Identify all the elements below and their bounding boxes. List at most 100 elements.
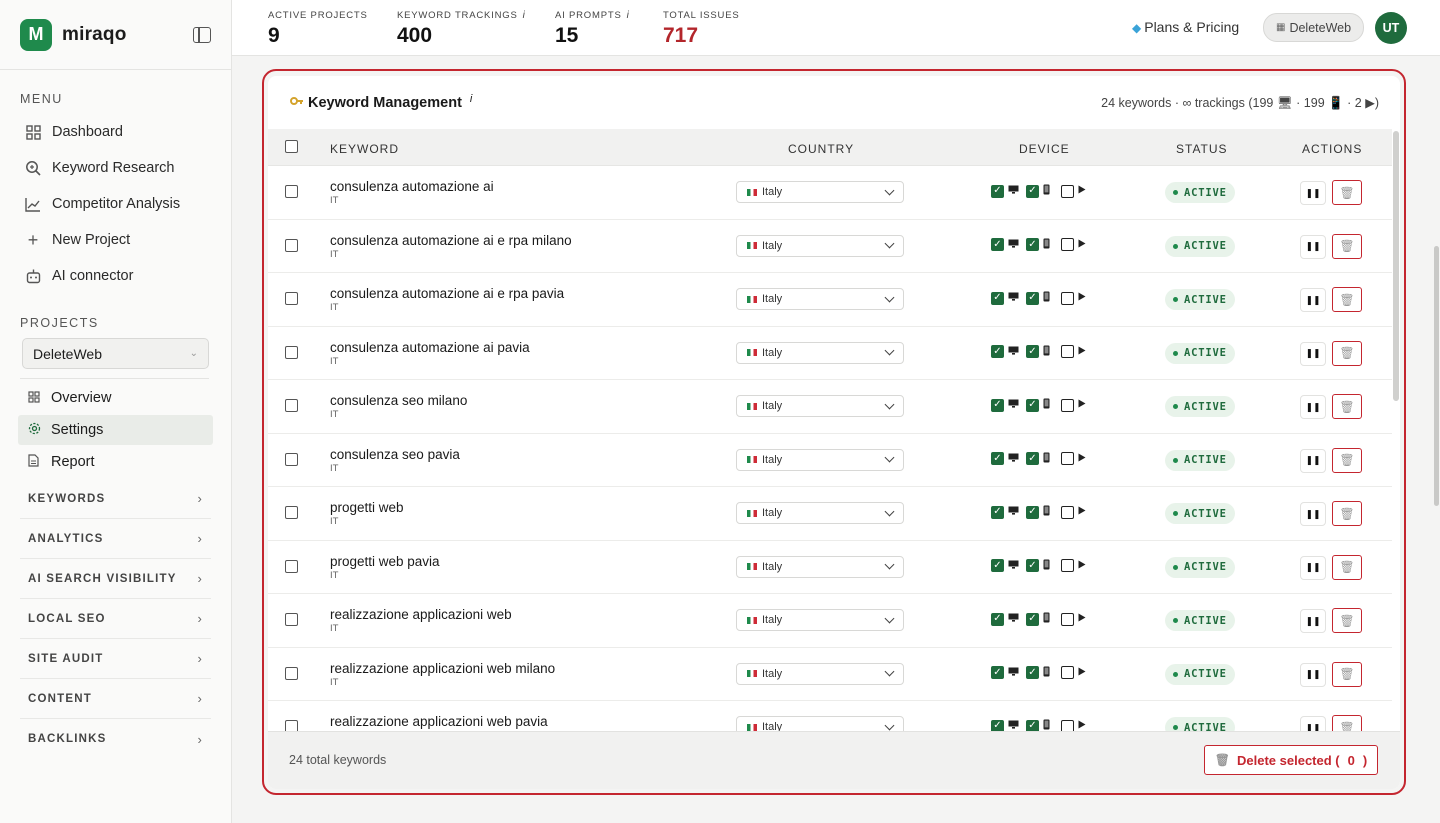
project-select[interactable]: DeleteWeb ⌄	[22, 338, 209, 369]
table-scrollbar[interactable]	[1392, 129, 1400, 731]
sidebar-group-keywords[interactable]: KEYWORDS ›	[20, 479, 211, 519]
pause-button[interactable]: ❚❚	[1300, 448, 1326, 473]
delete-row-button[interactable]: 🗑	[1332, 661, 1362, 687]
sidebar-collapse-icon[interactable]	[193, 26, 211, 43]
country-select[interactable]: Italy	[736, 341, 904, 364]
info-icon[interactable]: i	[470, 93, 472, 105]
video-checkbox[interactable]	[1061, 719, 1074, 731]
sidebar-group-local-seo[interactable]: LOCAL SEO ›	[20, 599, 211, 639]
avatar[interactable]: UT	[1375, 12, 1407, 44]
desktop-checkbox[interactable]: ✓	[991, 398, 1004, 412]
delete-selected-button[interactable]: 🗑 Delete selected ( 0 )	[1204, 745, 1378, 775]
pause-button[interactable]: ❚❚	[1300, 555, 1326, 580]
country-select[interactable]: Italy	[736, 662, 904, 685]
desktop-checkbox[interactable]: ✓	[991, 612, 1004, 626]
delete-row-button[interactable]: 🗑	[1332, 501, 1362, 526]
country-select[interactable]: Italy	[736, 502, 904, 524]
country-select[interactable]: Italy	[736, 716, 904, 731]
sidebar-group-site-audit[interactable]: SITE AUDIT ›	[20, 639, 211, 679]
desktop-checkbox[interactable]: ✓	[991, 184, 1004, 198]
page-scrollbar-thumb[interactable]	[1434, 246, 1439, 506]
pause-button[interactable]: ❚❚	[1300, 341, 1326, 366]
desktop-checkbox[interactable]: ✓	[991, 291, 1004, 305]
video-checkbox[interactable]	[1061, 291, 1074, 305]
mobile-checkbox[interactable]: ✓	[1026, 666, 1039, 679]
country-select[interactable]: Italy	[736, 181, 904, 203]
country-select[interactable]: Italy	[736, 395, 904, 417]
row-checkbox[interactable]	[285, 292, 298, 305]
pause-button[interactable]: ❚❚	[1300, 395, 1326, 419]
country-select[interactable]: Italy	[736, 555, 904, 578]
video-checkbox[interactable]	[1061, 612, 1074, 626]
video-checkbox[interactable]	[1061, 184, 1074, 198]
video-checkbox[interactable]	[1061, 398, 1074, 412]
pause-button[interactable]: ❚❚	[1300, 234, 1326, 259]
video-checkbox[interactable]	[1061, 505, 1074, 519]
video-checkbox[interactable]	[1061, 666, 1074, 679]
mobile-checkbox[interactable]: ✓	[1026, 719, 1039, 731]
table-scrollbar-thumb[interactable]	[1393, 131, 1399, 401]
delete-row-button[interactable]: 🗑	[1332, 715, 1362, 731]
plans-pricing-link[interactable]: ◆ Plans & Pricing	[1132, 19, 1239, 35]
pause-button[interactable]: ❚❚	[1300, 288, 1326, 312]
sidebar-item-new-project[interactable]: + New Project	[0, 222, 231, 258]
sidebar-item-ai-connector[interactable]: AI connector	[0, 258, 231, 294]
desktop-checkbox[interactable]: ✓	[991, 719, 1004, 731]
pause-button[interactable]: ❚❚	[1300, 609, 1326, 633]
delete-row-button[interactable]: 🗑	[1332, 554, 1362, 580]
mobile-checkbox[interactable]: ✓	[1026, 559, 1039, 572]
pause-button[interactable]: ❚❚	[1300, 181, 1326, 205]
desktop-checkbox[interactable]: ✓	[991, 238, 1004, 251]
desktop-checkbox[interactable]: ✓	[991, 666, 1004, 679]
delete-row-button[interactable]: 🗑	[1332, 180, 1362, 205]
mobile-checkbox[interactable]: ✓	[1026, 238, 1039, 251]
video-checkbox[interactable]	[1061, 238, 1074, 251]
logo-icon[interactable]: M	[20, 18, 52, 51]
delete-row-button[interactable]: 🗑	[1332, 340, 1362, 366]
mobile-checkbox[interactable]: ✓	[1026, 398, 1039, 412]
row-checkbox[interactable]	[285, 666, 298, 680]
row-checkbox[interactable]	[285, 613, 298, 626]
desktop-checkbox[interactable]: ✓	[991, 505, 1004, 519]
column-header-status[interactable]: STATUS	[1176, 142, 1228, 156]
pause-button[interactable]: ❚❚	[1300, 662, 1326, 687]
video-checkbox[interactable]	[1061, 452, 1074, 465]
sidebar-item-settings[interactable]: Settings	[18, 415, 213, 445]
row-checkbox[interactable]	[285, 399, 298, 412]
mobile-checkbox[interactable]: ✓	[1026, 612, 1039, 626]
sidebar-item-dashboard[interactable]: Dashboard	[0, 114, 231, 150]
desktop-checkbox[interactable]: ✓	[991, 345, 1004, 358]
sidebar-item-report[interactable]: Report	[18, 447, 213, 477]
sidebar-item-overview[interactable]: Overview	[18, 383, 213, 413]
country-select[interactable]: Italy	[736, 234, 904, 257]
column-header-country[interactable]: COUNTRY	[788, 142, 854, 156]
delete-row-button[interactable]: 🗑	[1332, 394, 1362, 419]
country-select[interactable]: Italy	[736, 448, 904, 471]
desktop-checkbox[interactable]: ✓	[991, 559, 1004, 572]
row-checkbox[interactable]	[285, 185, 298, 198]
pause-button[interactable]: ❚❚	[1300, 502, 1326, 526]
delete-row-button[interactable]: 🗑	[1332, 608, 1362, 633]
info-icon[interactable]: i	[523, 10, 526, 21]
sidebar-group-ai-search-visibility[interactable]: AI SEARCH VISIBILITY ›	[20, 559, 211, 599]
pause-button[interactable]: ❚❚	[1300, 716, 1326, 731]
row-checkbox[interactable]	[285, 720, 298, 731]
row-checkbox[interactable]	[285, 506, 298, 519]
sidebar-item-keyword-research[interactable]: Keyword Research	[0, 150, 231, 186]
delete-row-button[interactable]: 🗑	[1332, 447, 1362, 473]
page-scrollbar[interactable]	[1432, 56, 1440, 823]
video-checkbox[interactable]	[1061, 345, 1074, 358]
sidebar-group-content[interactable]: CONTENT ›	[20, 679, 211, 719]
column-header-device[interactable]: DEVICE	[1019, 142, 1070, 156]
mobile-checkbox[interactable]: ✓	[1026, 184, 1039, 198]
video-checkbox[interactable]	[1061, 559, 1074, 572]
delete-row-button[interactable]: 🗑	[1332, 287, 1362, 312]
row-checkbox[interactable]	[285, 452, 298, 466]
sidebar-group-analytics[interactable]: ANALYTICS ›	[20, 519, 211, 559]
sidebar-group-backlinks[interactable]: BACKLINKS ›	[20, 719, 211, 759]
country-select[interactable]: Italy	[736, 288, 904, 310]
select-all-checkbox[interactable]	[285, 140, 298, 153]
row-checkbox[interactable]	[285, 559, 298, 573]
row-checkbox[interactable]	[285, 238, 298, 252]
mobile-checkbox[interactable]: ✓	[1026, 505, 1039, 519]
